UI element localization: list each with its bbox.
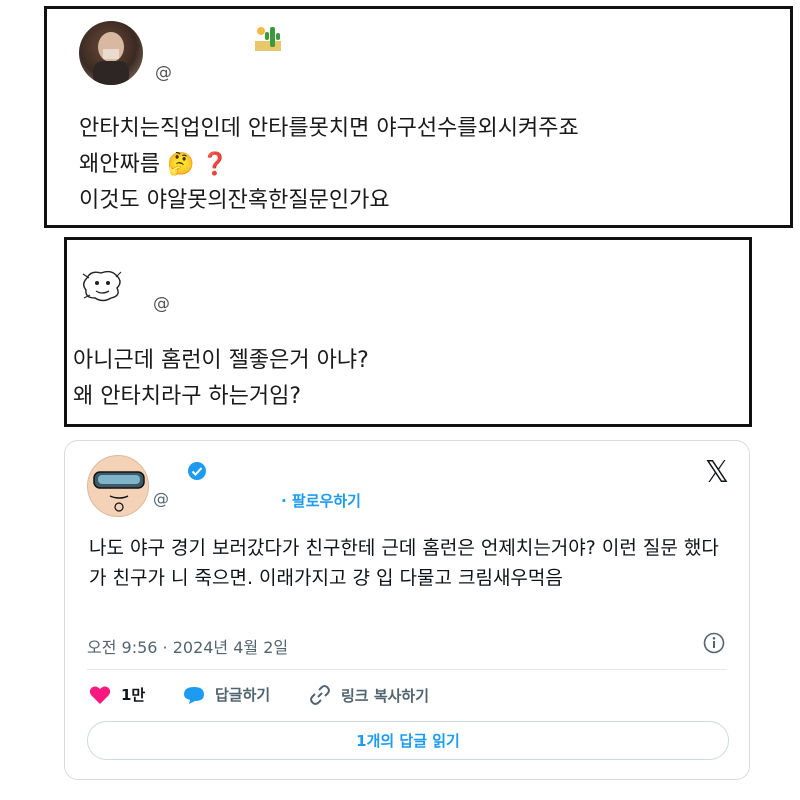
sunglasses-avatar-icon — [93, 471, 145, 512]
avatar[interactable] — [87, 455, 149, 517]
quoted-post-1: @ 안타치는직업인데 안타를못치면 야구선수를외시켜주죠 왜안짜름 🤔 ❓ 이것… — [44, 6, 793, 228]
follow-button[interactable]: · 팔로우하기 — [281, 490, 361, 511]
avatar-photo-icon — [93, 32, 129, 85]
copy-link-button[interactable]: 링크 복사하기 — [309, 684, 429, 706]
red-question-icon: ❓ — [201, 152, 229, 177]
tweet-text: 나도 야구 경기 보러갔다가 친구한테 근데 홈런은 언제치는거야? 이런 질문… — [89, 537, 719, 589]
reply-button[interactable]: 답글하기 — [183, 684, 270, 705]
post-body: 아니근데 홈런이 젤좋은거 아냐? 왜 안타치라구 하는거임? — [73, 343, 369, 415]
copy-link-label: 링크 복사하기 — [341, 686, 430, 705]
post-line: 이것도 야알못의잔혹한질문인가요 — [79, 188, 390, 213]
quoted-post-2: @ 아니근데 홈런이 젤좋은거 아냐? 왜 안타치라구 하는거임? — [64, 237, 752, 427]
like-button[interactable]: 1만 — [89, 684, 145, 705]
like-count: 1만 — [121, 686, 146, 704]
post-handle[interactable]: @ — [155, 63, 172, 83]
post-line: 왜 안타치라구 하는거임? — [73, 384, 302, 409]
reply-bubble-icon — [184, 686, 204, 704]
heart-icon — [89, 686, 111, 704]
tweet-card: @ · 팔로우하기 𝕏 나도 야구 경기 보러갔다가 친구한테 근데 홈런은 언… — [64, 440, 750, 780]
post-line: 아니근데 홈런이 젤좋은거 아냐? — [73, 348, 369, 373]
cactus-emoji-icon — [253, 23, 283, 53]
post-line: 왜안짜름 🤔 ❓ — [79, 152, 229, 177]
tweet-timestamp[interactable]: 오전 9:56 · 2024년 4월 2일 — [87, 634, 288, 658]
post-line: 안타치는직업인데 안타를못치면 야구선수를외시켜주죠 — [79, 116, 579, 141]
post-handle[interactable]: @ — [153, 294, 170, 314]
tweet-handle[interactable]: @ — [153, 489, 169, 508]
x-logo-icon[interactable]: 𝕏 — [705, 455, 729, 490]
info-icon[interactable] — [703, 632, 725, 654]
doodle-avatar-icon[interactable] — [81, 268, 125, 304]
divider — [87, 669, 727, 670]
read-replies-button[interactable]: 1개의 답글 읽기 — [87, 721, 729, 760]
thinking-face-icon: 🤔 — [166, 152, 195, 177]
verified-badge-icon — [187, 461, 207, 481]
avatar[interactable] — [79, 21, 143, 85]
post-body: 안타치는직업인데 안타를못치면 야구선수를외시켜주죠 왜안짜름 🤔 ❓ 이것도 … — [79, 111, 579, 219]
reply-label: 답글하기 — [215, 686, 271, 704]
link-icon — [310, 685, 330, 705]
